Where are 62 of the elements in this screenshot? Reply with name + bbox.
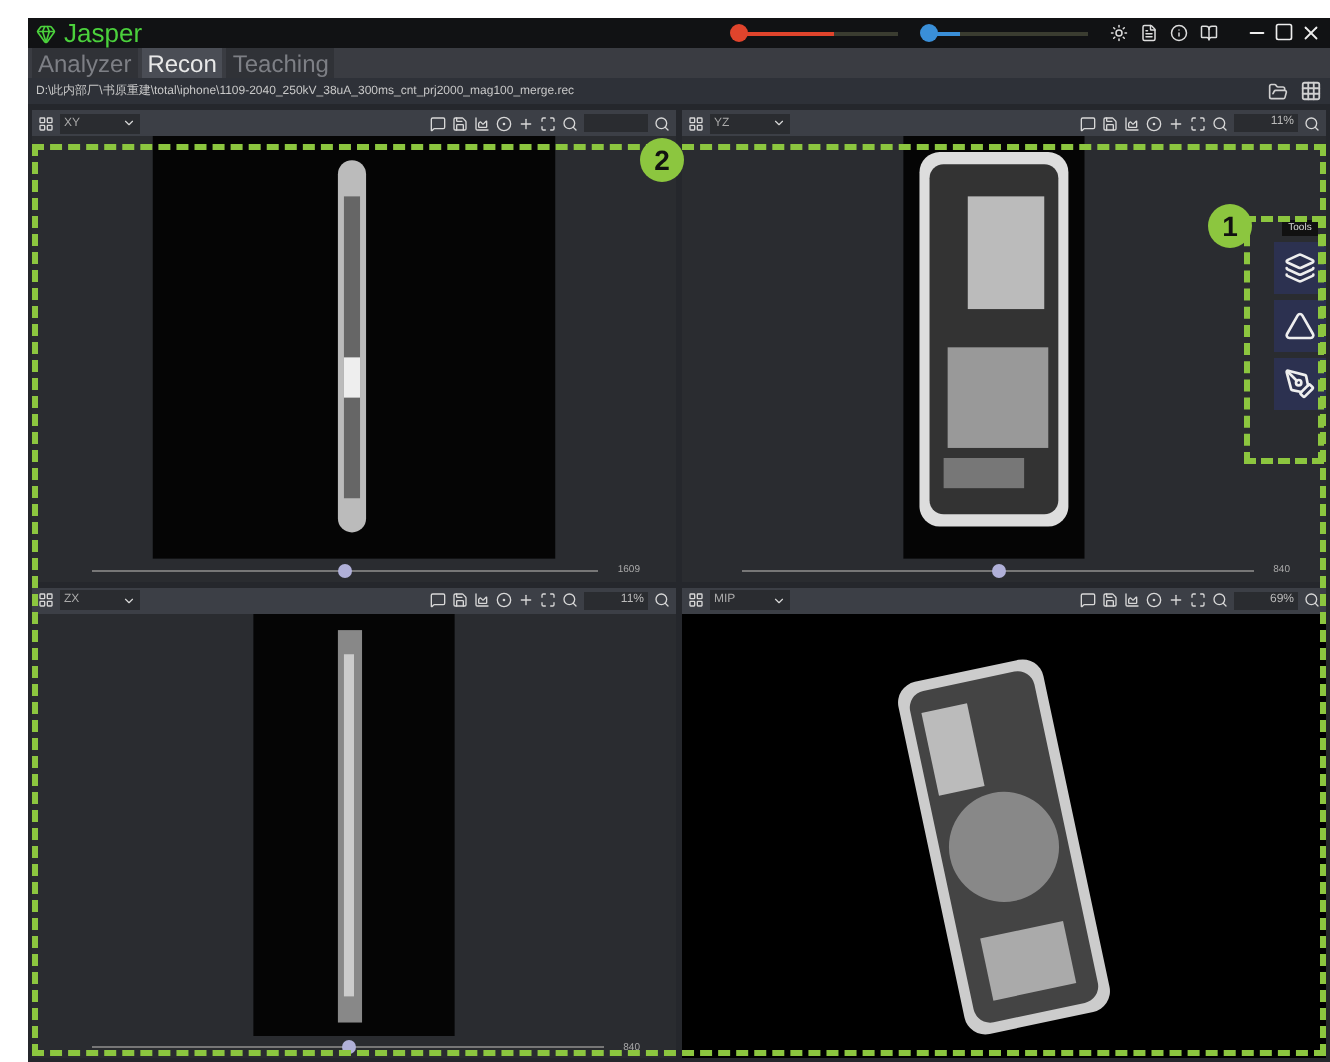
save-icon[interactable] xyxy=(452,592,468,609)
slider[interactable] xyxy=(730,24,900,42)
close-icon[interactable] xyxy=(1300,22,1322,44)
save-icon[interactable] xyxy=(1102,592,1118,609)
comment-icon[interactable] xyxy=(1080,115,1096,132)
plus-icon[interactable] xyxy=(1168,115,1184,132)
search-icon[interactable] xyxy=(1212,592,1228,609)
layers-icon xyxy=(1284,252,1316,284)
plus-icon[interactable] xyxy=(518,115,534,132)
fullscreen-icon[interactable] xyxy=(540,115,556,132)
tab[interactable]: Teaching xyxy=(226,48,335,79)
chevron-down-icon xyxy=(772,593,786,608)
tab[interactable]: Recon xyxy=(141,48,223,79)
layout-icon[interactable] xyxy=(688,592,704,609)
comment-icon[interactable] xyxy=(430,115,446,132)
tool-button[interactable] xyxy=(1274,242,1326,294)
zoom-icon[interactable] xyxy=(1304,592,1320,609)
plus-icon[interactable] xyxy=(1168,592,1184,609)
slider-thumb[interactable] xyxy=(338,563,353,578)
triangle-ruler-icon xyxy=(1284,310,1316,342)
gem-logo-icon xyxy=(36,23,56,43)
sun-icon[interactable] xyxy=(1110,24,1128,42)
zoom-icon[interactable] xyxy=(654,115,670,132)
search-icon[interactable] xyxy=(562,115,578,132)
chevron-down-icon xyxy=(122,116,136,131)
plus-icon[interactable] xyxy=(518,592,534,609)
zoom-icon[interactable] xyxy=(654,592,670,609)
chevron-down-icon xyxy=(122,593,136,608)
comment-icon[interactable] xyxy=(430,592,446,609)
app-title: Jasper xyxy=(64,18,143,48)
fullscreen-icon[interactable] xyxy=(540,592,556,609)
grid-icon[interactable] xyxy=(1300,80,1322,103)
target-icon[interactable] xyxy=(496,592,512,609)
chart-icon[interactable] xyxy=(1124,115,1140,132)
chevron-down-icon xyxy=(772,116,786,131)
pen-icon xyxy=(1284,368,1316,400)
zoom-icon[interactable] xyxy=(1304,115,1320,132)
layout-icon[interactable] xyxy=(688,115,704,132)
comment-icon[interactable] xyxy=(1080,592,1096,609)
fullscreen-icon[interactable] xyxy=(1190,592,1206,609)
slider-thumb[interactable] xyxy=(991,563,1006,578)
chart-icon[interactable] xyxy=(474,115,490,132)
target-icon[interactable] xyxy=(1146,592,1162,609)
layout-icon[interactable] xyxy=(38,115,54,132)
tab[interactable]: Analyzer xyxy=(32,48,138,79)
search-icon[interactable] xyxy=(562,592,578,609)
save-icon[interactable] xyxy=(1102,115,1118,132)
book-icon[interactable] xyxy=(1200,24,1218,42)
maximize-icon[interactable] xyxy=(1274,22,1294,42)
target-icon[interactable] xyxy=(496,115,512,132)
save-icon[interactable] xyxy=(452,115,468,132)
fullscreen-icon[interactable] xyxy=(1190,115,1206,132)
document-icon[interactable] xyxy=(1140,24,1158,42)
search-icon[interactable] xyxy=(1212,115,1228,132)
target-icon[interactable] xyxy=(1146,115,1162,132)
chart-icon[interactable] xyxy=(1124,592,1140,609)
tool-button[interactable] xyxy=(1274,300,1326,352)
layout-icon[interactable] xyxy=(38,592,54,609)
chart-icon[interactable] xyxy=(474,592,490,609)
info-icon[interactable] xyxy=(1170,24,1188,42)
slider[interactable] xyxy=(920,24,1090,42)
folder-icon[interactable] xyxy=(1268,81,1288,102)
